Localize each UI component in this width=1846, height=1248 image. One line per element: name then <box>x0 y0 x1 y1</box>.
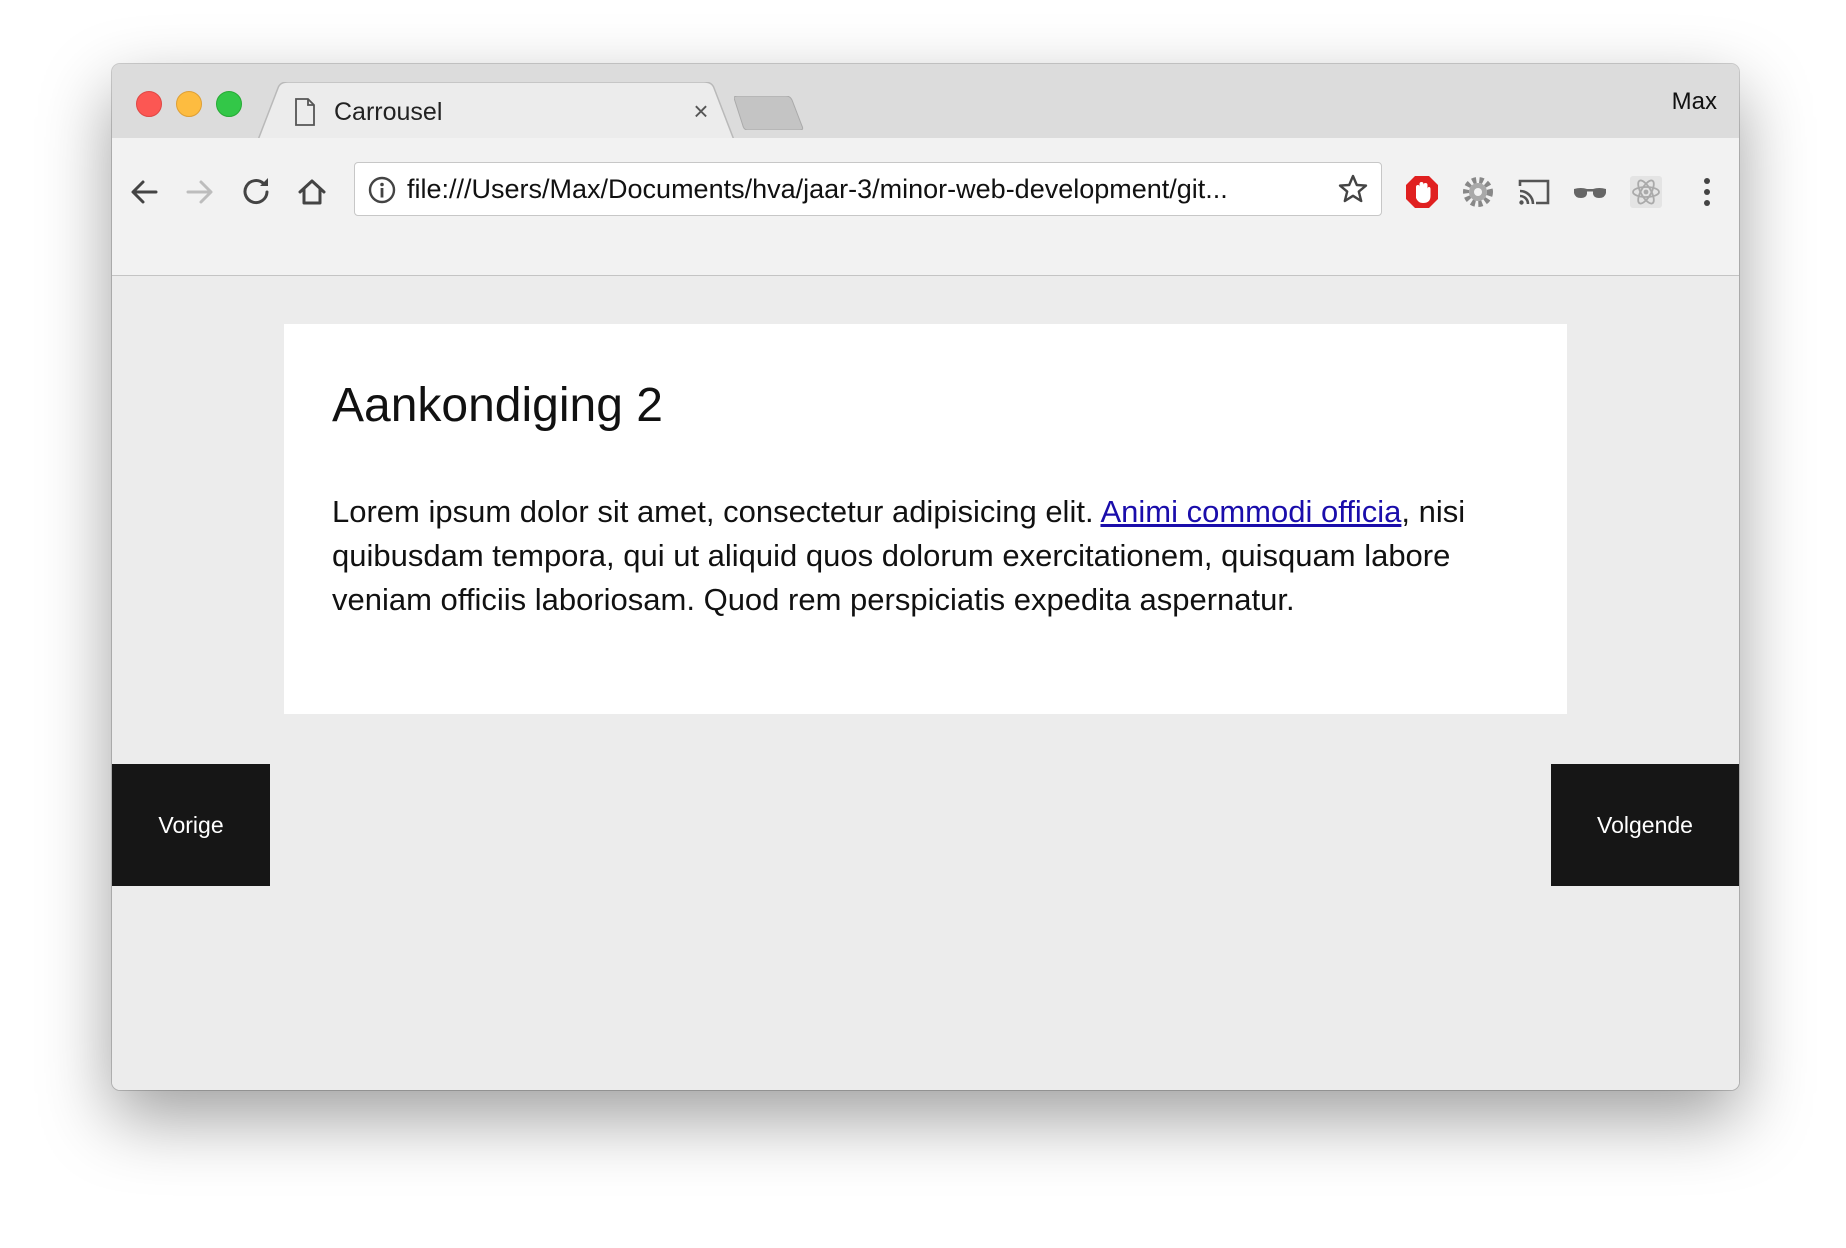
close-window-button[interactable] <box>136 91 162 117</box>
tab-title: Carrousel <box>334 98 443 126</box>
tab-shape <box>258 82 734 140</box>
new-tab-button[interactable] <box>733 95 804 131</box>
tab-close-icon[interactable]: × <box>686 96 716 126</box>
profile-name[interactable]: Max <box>1672 88 1717 116</box>
slide-body-text-start: Lorem ipsum dolor sit amet, consectetur … <box>332 494 1101 529</box>
adblock-icon[interactable] <box>1404 174 1440 210</box>
address-bar[interactable]: file:///Users/Max/Documents/hva/jaar-3/m… <box>354 162 1382 216</box>
page-viewport: Aankondiging 2 Lorem ipsum dolor sit ame… <box>112 276 1739 1090</box>
bookmark-star-icon[interactable] <box>1337 173 1369 205</box>
info-icon[interactable] <box>367 175 397 205</box>
slide-title: Aankondiging 2 <box>332 379 663 432</box>
forward-arrow-icon[interactable] <box>180 172 220 212</box>
document-icon <box>294 98 316 126</box>
slide-body: Lorem ipsum dolor sit amet, consectetur … <box>332 490 1512 622</box>
minimize-window-button[interactable] <box>176 91 202 117</box>
browser-tab[interactable]: Carrousel × <box>258 82 734 140</box>
next-button[interactable]: Volgende <box>1551 764 1739 886</box>
carousel-slide: Aankondiging 2 Lorem ipsum dolor sit ame… <box>284 324 1567 714</box>
react-devtools-icon[interactable] <box>1628 174 1664 210</box>
url-text[interactable]: file:///Users/Max/Documents/hva/jaar-3/m… <box>407 171 1228 207</box>
glasses-extension-icon[interactable] <box>1572 174 1608 210</box>
cast-icon[interactable] <box>1516 174 1552 210</box>
browser-window: Carrousel × Max file:///Users/Max/Docume… <box>112 64 1739 1090</box>
gear-extension-icon[interactable] <box>1460 174 1496 210</box>
kebab-menu-icon[interactable] <box>1701 174 1713 210</box>
reload-icon[interactable] <box>236 172 276 212</box>
browser-toolbar: file:///Users/Max/Documents/hva/jaar-3/m… <box>112 138 1739 276</box>
zoom-window-button[interactable] <box>216 91 242 117</box>
previous-button[interactable]: Vorige <box>112 764 270 886</box>
home-icon[interactable] <box>292 172 332 212</box>
title-bar: Carrousel × Max <box>112 64 1739 140</box>
slide-link[interactable]: Animi commodi officia <box>1100 494 1401 529</box>
back-arrow-icon[interactable] <box>124 172 164 212</box>
